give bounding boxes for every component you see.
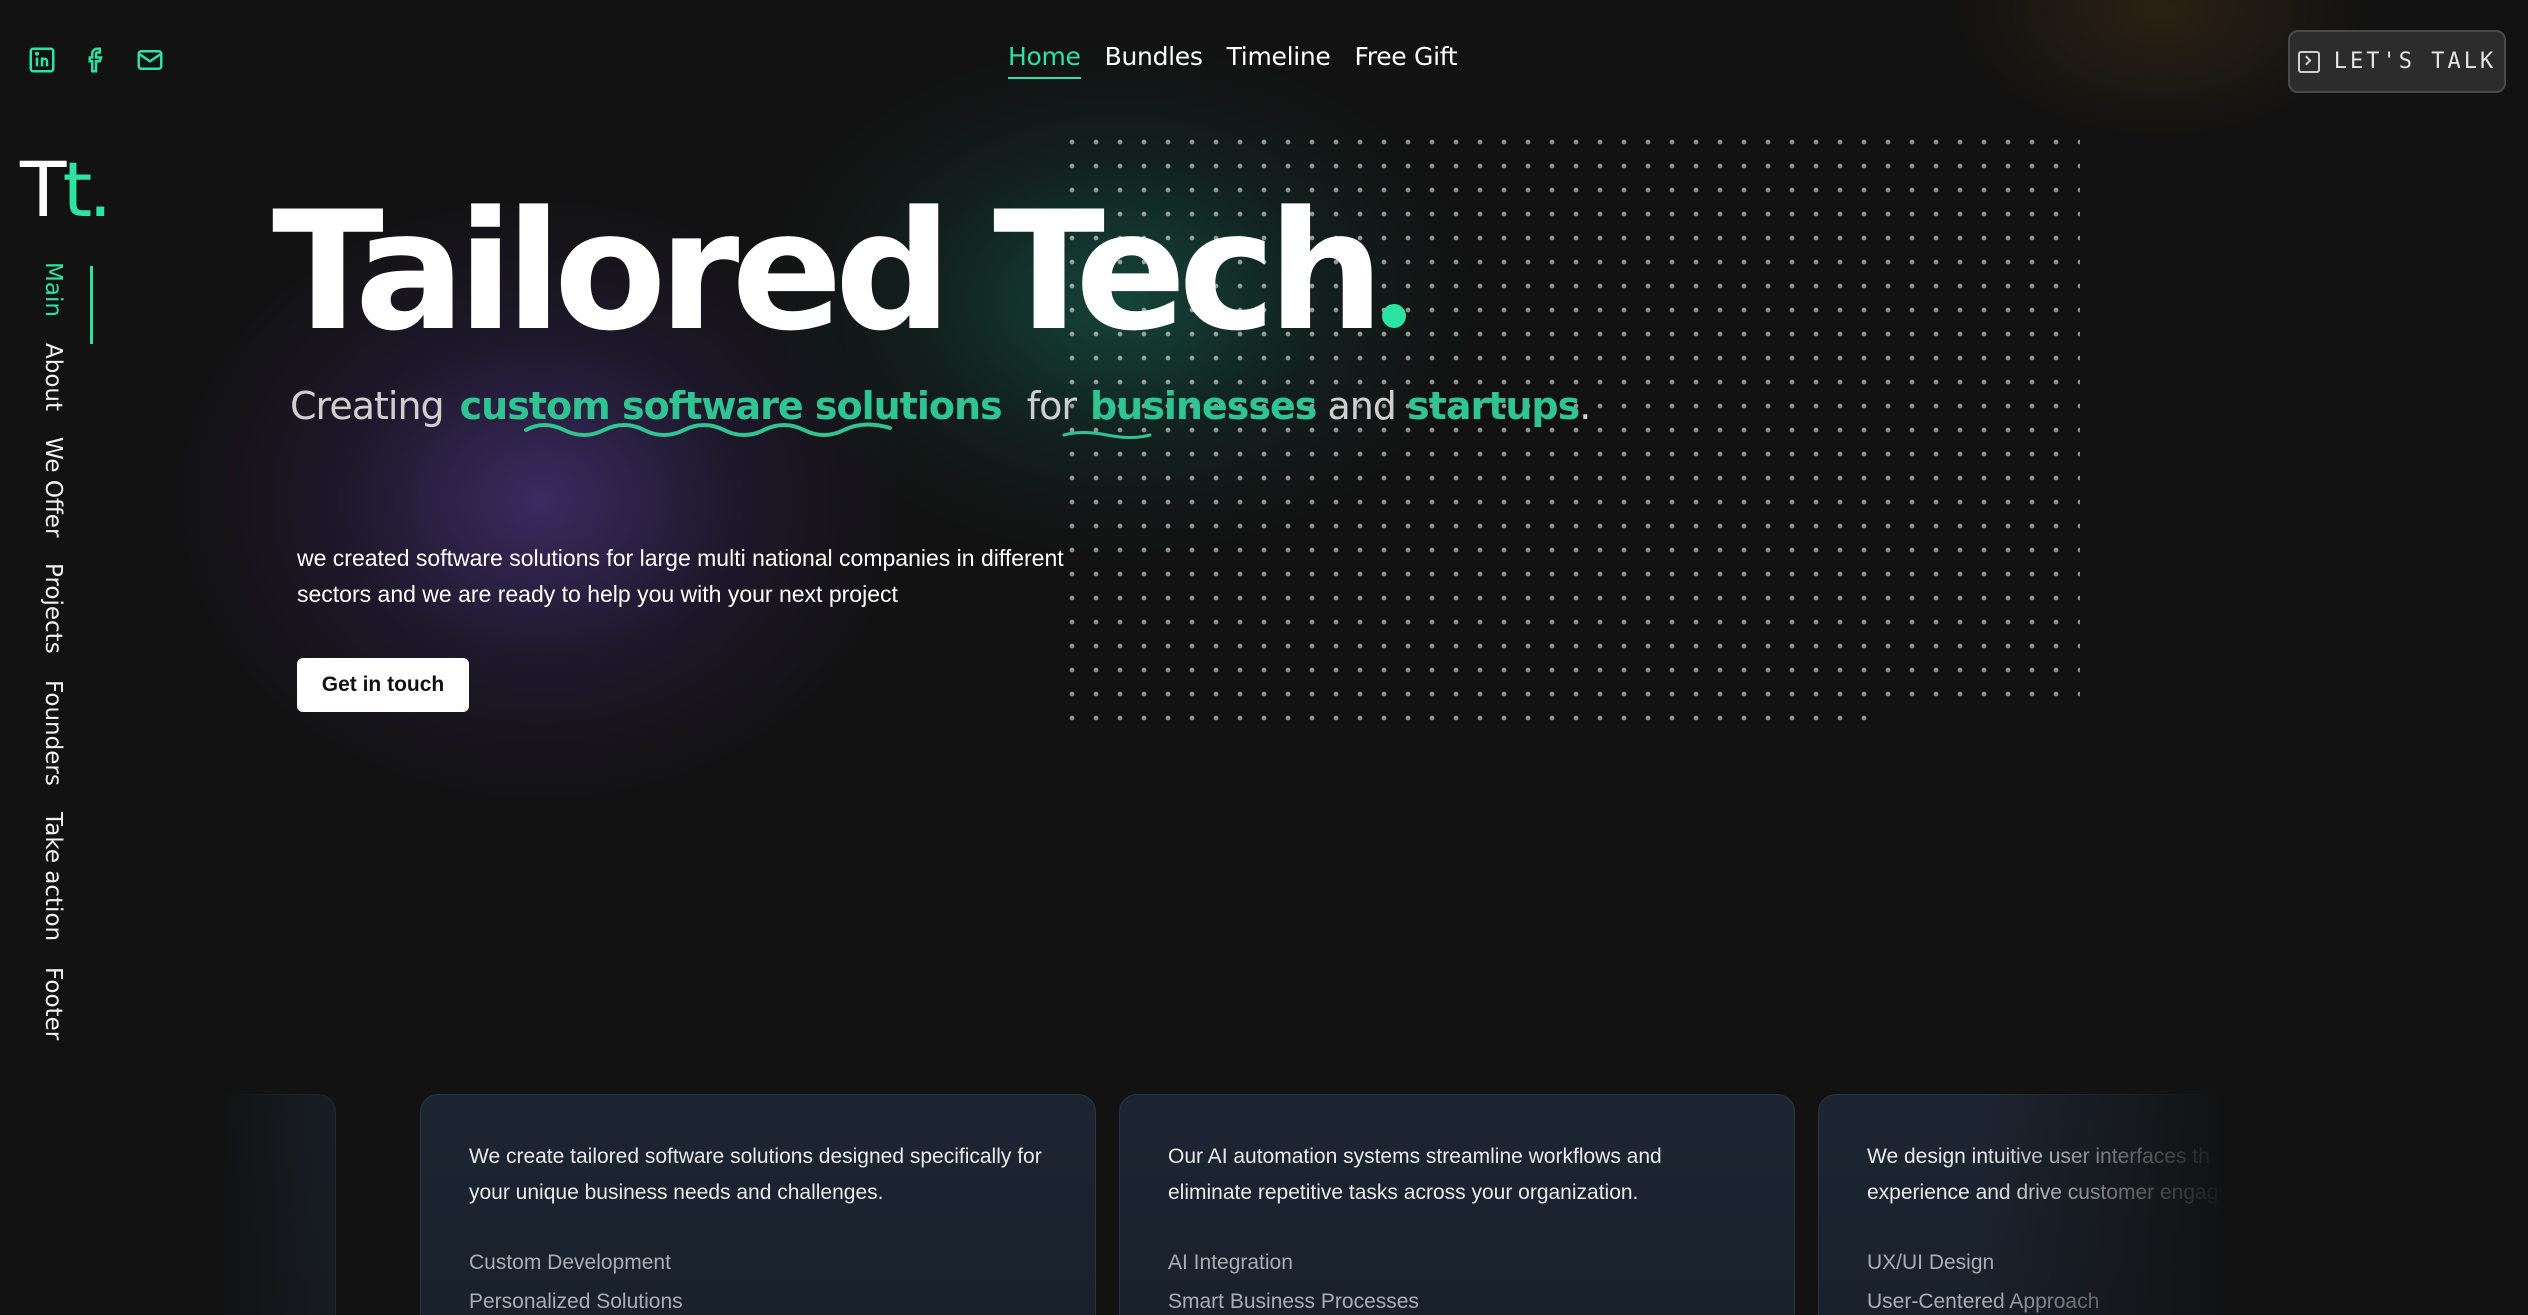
hero-tagline: Creating custom software solutions for bus… [290, 384, 1591, 428]
tagline-period: . [1579, 384, 1591, 428]
carousel-fade-left [0, 1080, 400, 1315]
service-card-description: We create tailored software solutions de… [469, 1145, 1042, 1204]
service-card-items: AI Integration Smart Business Processes [1168, 1243, 1746, 1315]
service-card-item: Smart Business Processes [1168, 1290, 1419, 1313]
section-take-action[interactable]: Take action [40, 812, 66, 941]
tagline-highlight-businesses: businesses [1089, 384, 1317, 428]
page: Home Bundles Timeline Free Gift LET'S TA… [0, 0, 2528, 1315]
lets-talk-label: LET'S TALK [2333, 49, 2497, 74]
get-in-touch-button[interactable]: Get in touch [297, 658, 469, 712]
hero-description: we created software solutions for large … [297, 545, 1064, 607]
lets-talk-button[interactable]: LET'S TALK [2288, 30, 2506, 93]
service-card-item: Personalized Solutions [469, 1290, 683, 1313]
section-projects[interactable]: Projects [40, 563, 66, 654]
logo-letter-t-lower: t [62, 145, 92, 234]
logo-letter-t-upper: T [20, 145, 66, 234]
active-section-indicator [90, 266, 93, 344]
section-founders[interactable]: Founders [40, 680, 66, 786]
tagline-word-for: for [1026, 384, 1077, 428]
service-card-items: Custom Development Personalized Solution… [469, 1243, 1047, 1315]
tagline-word-creating: Creating [290, 384, 445, 428]
facebook-icon[interactable] [80, 44, 112, 76]
carousel-fade-right [1980, 1080, 2528, 1315]
tagline-highlight-startups: startups [1407, 384, 1580, 428]
service-card-description: Our AI automation systems streamline wor… [1168, 1145, 1662, 1204]
tagline-word-and: and [1327, 384, 1396, 428]
section-footer[interactable]: Footer [40, 967, 66, 1040]
service-card[interactable]: Our AI automation systems streamline wor… [1119, 1094, 1795, 1315]
hero-title: Tailored Tech [272, 190, 1407, 354]
service-card[interactable]: We create tailored software solutions de… [420, 1094, 1096, 1315]
dot-grid-mask [1880, 700, 2110, 740]
section-we-offer[interactable]: We Offer [40, 437, 66, 537]
top-navigation: Home Bundles Timeline Free Gift [1008, 42, 1458, 79]
nav-timeline[interactable]: Timeline [1227, 42, 1331, 79]
tagline-highlight-custom-software: custom software solutions [459, 384, 1003, 428]
mail-icon[interactable] [134, 44, 166, 76]
social-links [26, 44, 166, 76]
section-about[interactable]: About [40, 343, 66, 411]
hero-title-dot [1382, 304, 1407, 328]
service-card-item: Custom Development [469, 1251, 671, 1274]
nav-free-gift[interactable]: Free Gift [1355, 42, 1458, 79]
section-navigation: Main About We Offer Projects Founders Ta… [40, 262, 96, 1066]
nav-home[interactable]: Home [1008, 42, 1081, 79]
linkedin-icon[interactable] [26, 44, 58, 76]
service-card-item: AI Integration [1168, 1251, 1293, 1274]
logo[interactable]: Tt. [20, 152, 112, 228]
tagline-underline-short [1062, 431, 1152, 439]
terminal-icon [2297, 50, 2320, 73]
hero-title-text: Tailored Tech [272, 176, 1384, 367]
nav-bundles[interactable]: Bundles [1105, 42, 1203, 79]
section-main[interactable]: Main [40, 262, 66, 317]
logo-dot: . [88, 145, 112, 234]
